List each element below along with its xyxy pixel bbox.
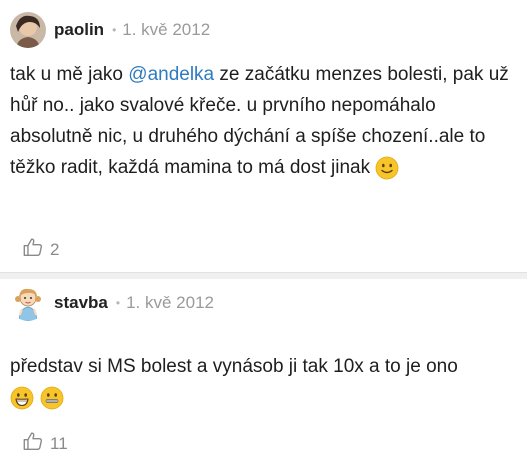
slightly-smiling-face-icon [375,156,399,180]
comment-header: paolin • 1. kvě 2012 [10,12,210,48]
comment-text: tak u mě jako [10,64,129,85]
meta-separator: • [115,296,121,310]
zipper-mouth-face-icon [40,386,64,410]
like-count: 11 [50,433,68,453]
thumbs-up-icon [22,430,44,457]
comment-header: stavba • 1. kvě 2012 [10,285,214,321]
comment-body: tak u mě jako @andelka ze začátku menzes… [10,59,520,183]
comment-divider [0,272,527,279]
comment-body: představ si MS bolest a vynásob ji tak 1… [10,351,520,413]
like-count: 2 [50,239,60,259]
like-button[interactable]: 2 [22,236,59,263]
comment-text: představ si MS bolest a vynásob ji tak 1… [10,356,458,377]
author-name[interactable]: stavba [54,293,108,313]
author-name[interactable]: paolin [54,20,104,40]
avatar[interactable] [10,12,46,48]
comment-date: 1. kvě 2012 [122,20,211,39]
comment-date: 1. kvě 2012 [126,293,214,312]
comment: stavba • 1. kvě 2012 představ si MS bole… [0,279,527,463]
mention-link[interactable]: @andelka [128,64,214,85]
meta-separator: • [112,23,117,37]
grinning-face-icon [10,386,34,410]
like-button[interactable]: 11 [22,430,68,457]
thumbs-up-icon [22,236,44,263]
comment: paolin • 1. kvě 2012 tak u mě jako @ande… [0,0,527,272]
avatar[interactable] [10,285,46,321]
